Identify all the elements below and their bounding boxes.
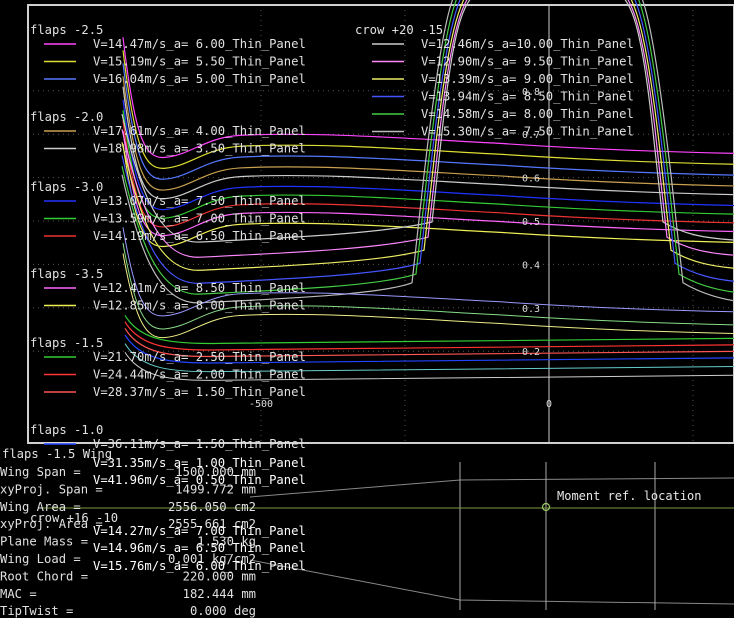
moment-ref-label: Moment ref. location xyxy=(557,489,702,503)
legend-entry-label: V=14.19m/s_a= 6.50_Thin_Panel xyxy=(93,229,306,243)
legend-entry-label: V=15.19m/s_a= 5.50_Thin_Panel xyxy=(93,55,306,69)
legend-group-title: flaps -2.0 xyxy=(30,110,103,124)
crow-group-title: crow +16 -10 xyxy=(30,511,118,525)
legend-entry-label: V=18.98m/s_a= 3.50_Thin_Panel xyxy=(93,142,306,156)
legend-group-title: flaps -3.5 xyxy=(30,267,103,281)
wing-data-label: Plane Mass = xyxy=(0,535,88,549)
wing-data-label: xyProj. Span = xyxy=(0,482,103,496)
x-tick-label: -500 xyxy=(249,399,273,410)
legend-entry-label: V=21.70m/s_a= 2.50_Thin_Panel xyxy=(93,350,306,364)
legend-entry-label: V=12.46m/s_a=10.00_Thin_Panel xyxy=(421,37,634,51)
legend-entry-label: V=13.59m/s_a= 7.00_Thin_Panel xyxy=(93,212,306,226)
lower-legend-label: V=41.96m/s_a= 0.50_Thin_Panel xyxy=(93,473,306,487)
wing-data-label: Wing Span = xyxy=(0,465,81,479)
y-tick-label: 0.8 xyxy=(522,87,540,98)
legend-group-title: flaps -1.0 xyxy=(30,423,103,437)
wing-data-value: 0.000 deg xyxy=(190,604,256,618)
legend-group-title: crow +20 -15 xyxy=(355,23,443,37)
legend-group-title: flaps -3.0 xyxy=(30,180,103,194)
y-tick-label: 0.4 xyxy=(522,260,540,271)
wing-data-value: 182.444 mm xyxy=(183,587,256,601)
legend-entry-label: V=14.58m/s_a= 8.00_Thin_Panel xyxy=(421,107,634,121)
legend-entry-label: V=12.85m/s_a= 8.00_Thin_Panel xyxy=(93,299,306,313)
y-tick-label: 0.5 xyxy=(522,217,540,228)
legend-group-title: flaps -1.5 xyxy=(30,336,103,350)
legend-group-title: flaps -2.5 xyxy=(30,23,103,37)
legend-entry-label: V=24.44m/s_a= 2.00_Thin_Panel xyxy=(93,368,306,382)
legend-entry-label: V=14.47m/s_a= 6.00_Thin_Panel xyxy=(93,37,306,51)
lower-legend-label: V=31.35m/s_a= 1.00_Thin_Panel xyxy=(93,456,306,470)
lower-legend-label: V=15.76m/s_a= 6.00_Thin_Panel xyxy=(93,559,306,573)
legend-entry-label: V=12.90m/s_a= 9.50_Thin_Panel xyxy=(421,55,634,69)
legend-entry-label: V=28.37m/s_a= 1.50_Thin_Panel xyxy=(93,385,306,399)
wing-data-label: Wing Load = xyxy=(0,552,81,566)
legend-entry-label: V=16.04m/s_a= 5.00_Thin_Panel xyxy=(93,72,306,86)
y-tick-label: 0.6 xyxy=(522,174,540,185)
legend-entry-label: V=36.11m/s_a= 1.50_Thin_Panel xyxy=(93,437,306,451)
wing-data-label: MAC = xyxy=(0,587,37,601)
polar-curve-extra xyxy=(122,253,734,339)
x-tick-label: 0 xyxy=(546,399,552,410)
wing-data-value: 2556.050 cm2 xyxy=(168,500,256,514)
wing-trailing-edge xyxy=(249,559,734,605)
y-tick-label: 0.2 xyxy=(522,347,540,358)
legend-entry-label: V=12.41m/s_a= 8.50_Thin_Panel xyxy=(93,281,306,295)
y-tick-label: 0.7 xyxy=(522,130,540,141)
lower-legend-label: V=14.27m/s_a= 7.00_Thin_Panel xyxy=(93,524,306,538)
y-tick-label: 0.3 xyxy=(522,304,540,315)
legend-entry-label: V=13.07m/s_a= 7.50_Thin_Panel xyxy=(93,194,306,208)
legend-entry-label: V=13.39m/s_a= 9.00_Thin_Panel xyxy=(421,72,634,86)
wing-data-label: Root Chord = xyxy=(0,569,88,583)
polar-plot: Moment ref. location flaps -2.5V=14.47m/… xyxy=(0,0,734,618)
legend: flaps -2.5V=14.47m/s_a= 6.00_Thin_Panel V… xyxy=(30,23,634,451)
wing-data-label: TipTwist = xyxy=(0,604,73,618)
wing-data-panel: flaps -1.5 WingWing Span = 1500.000 mmxyP… xyxy=(0,447,306,618)
lower-legend-label: V=14.96m/s_a= 6.50_Thin_Panel xyxy=(93,541,306,555)
polar-curve xyxy=(124,321,734,351)
legend-entry-label: V=17.61m/s_a= 4.00_Thin_Panel xyxy=(93,124,306,138)
